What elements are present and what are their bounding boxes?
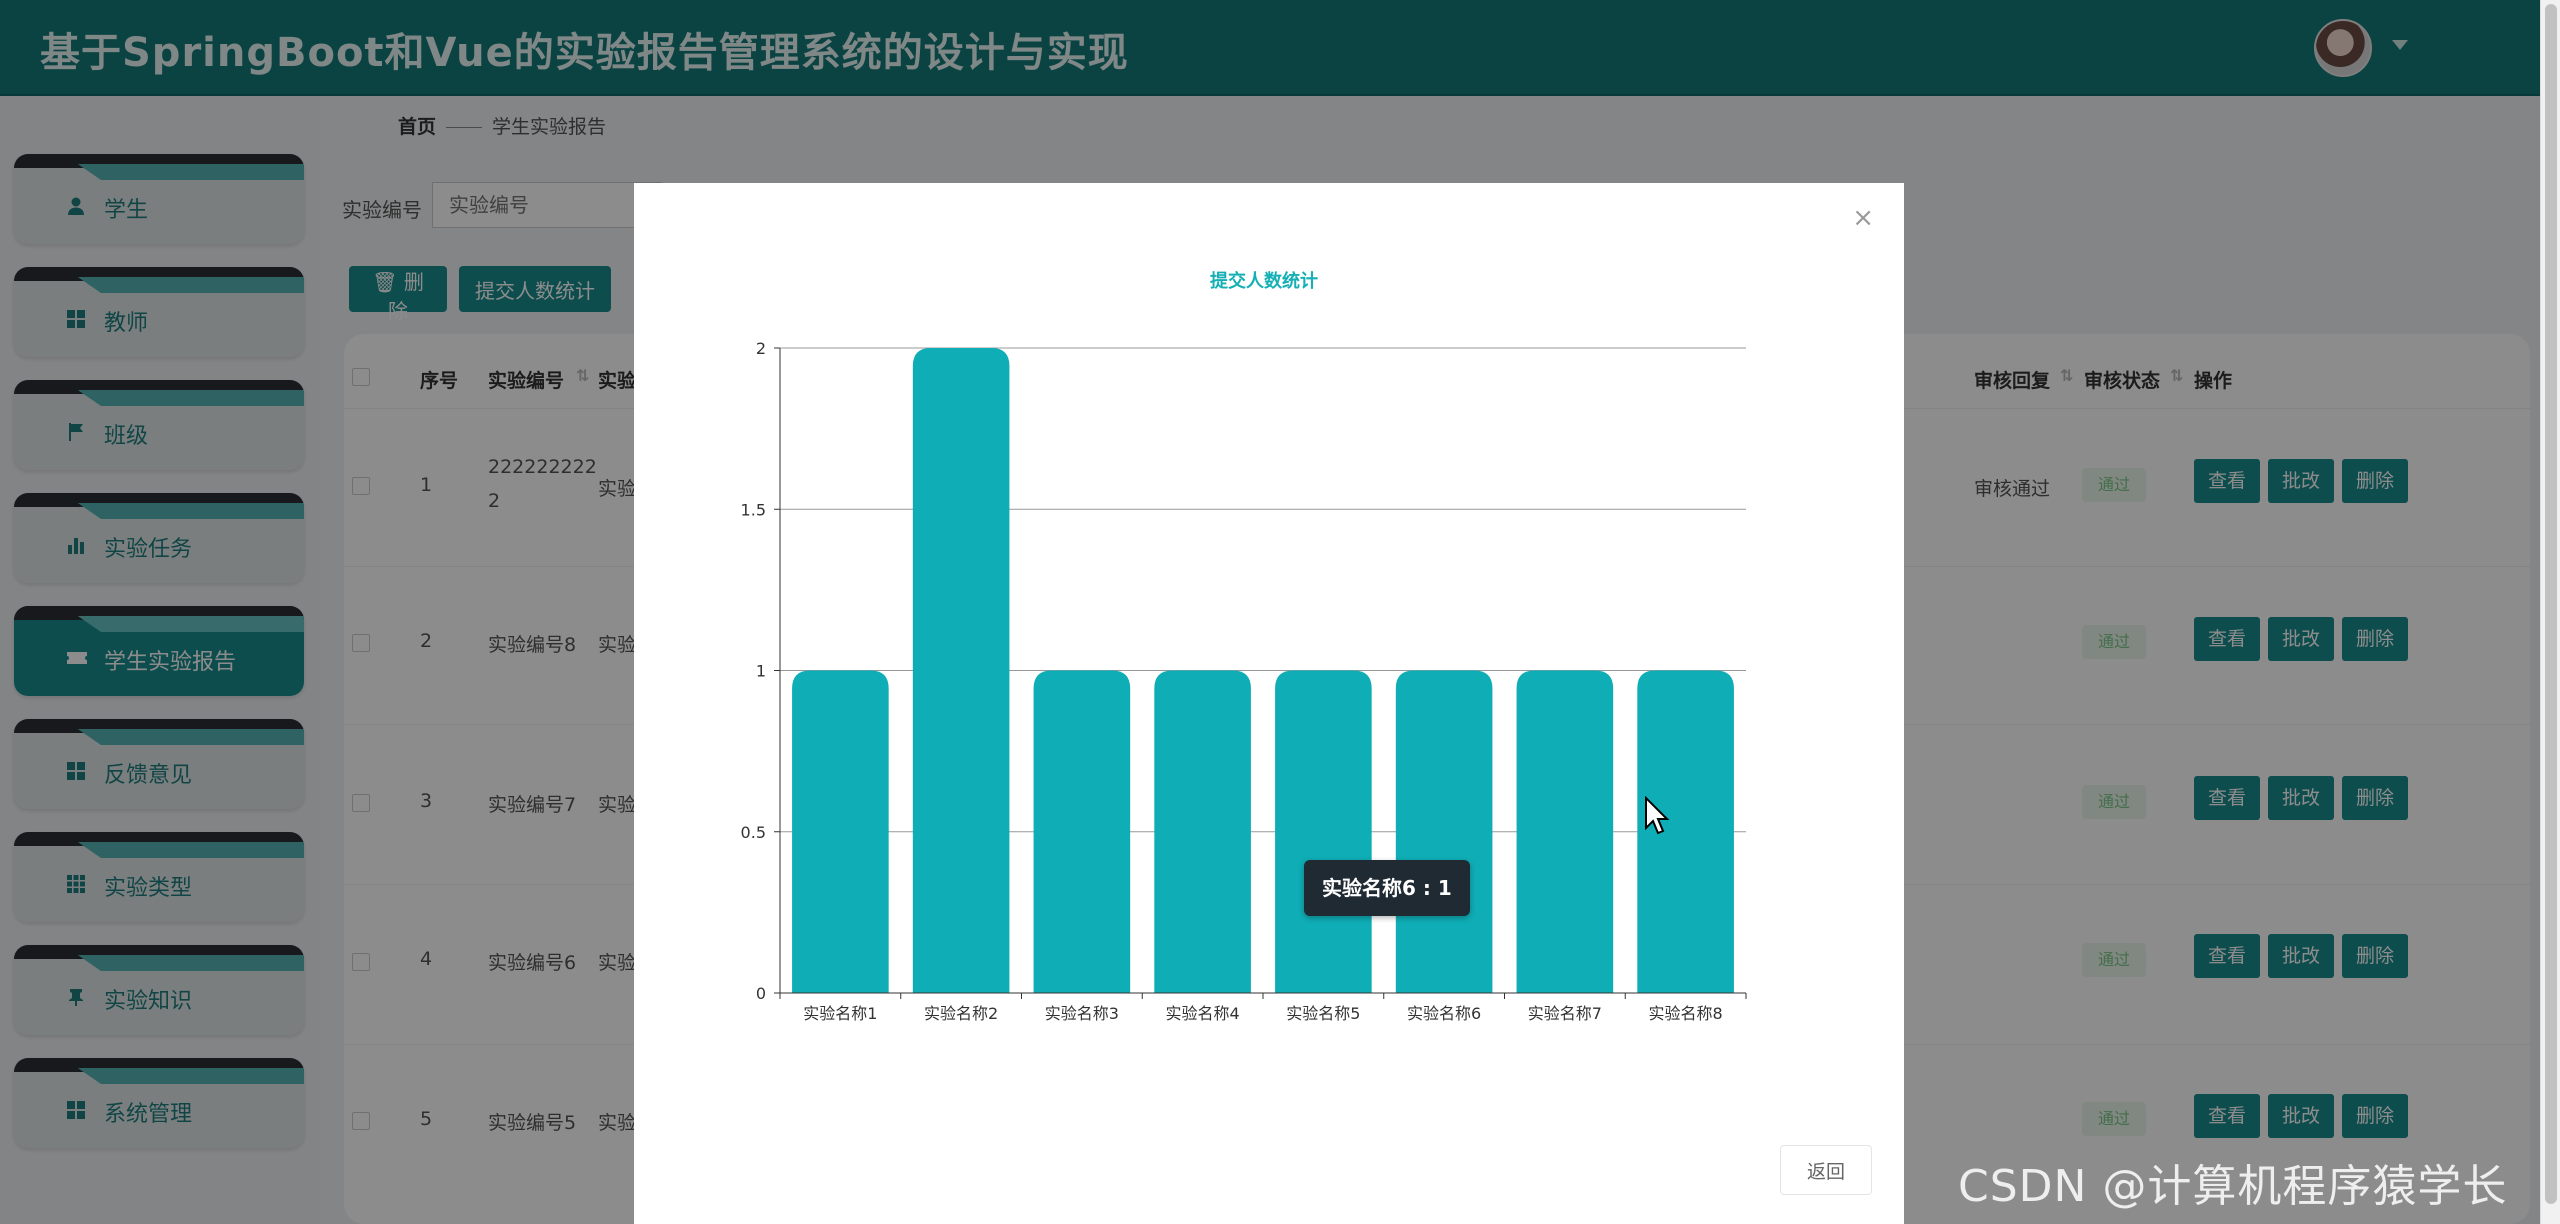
chart-bar[interactable] xyxy=(792,670,889,994)
y-tick-label: 1.5 xyxy=(741,500,766,519)
page-scrollbar[interactable] xyxy=(2540,0,2560,1224)
stats-dialog: × 提交人数统计 0 0.5 1 1.5 2 实验名称1 实验名称2 实验名称3 实验名称4 实… xyxy=(634,183,1904,1224)
chart-bar[interactable] xyxy=(1033,670,1131,994)
chart-bar[interactable] xyxy=(1154,670,1251,994)
chart-bar[interactable] xyxy=(1516,670,1614,994)
x-tick-label: 实验名称5 xyxy=(1286,1004,1360,1023)
x-tick-label: 实验名称7 xyxy=(1528,1004,1602,1023)
scrollbar-thumb[interactable] xyxy=(2545,4,2557,1204)
mouse-cursor-icon xyxy=(1645,796,1670,835)
x-tick-label: 实验名称2 xyxy=(924,1004,998,1023)
y-tick-label: 0.5 xyxy=(741,823,766,842)
chart-x-axis: 实验名称1 实验名称2 实验名称3 实验名称4 实验名称5 实验名称6 实验名称7 实验名称8 xyxy=(779,992,1747,1023)
y-tick-label: 2 xyxy=(756,339,766,358)
y-tick-label: 0 xyxy=(756,984,766,1003)
chart-bar[interactable] xyxy=(912,348,1010,993)
x-tick-label: 实验名称3 xyxy=(1045,1004,1119,1023)
chart-bar[interactable] xyxy=(1275,670,1372,994)
chart-title: 提交人数统计 xyxy=(1210,270,1318,292)
x-tick-label: 实验名称8 xyxy=(1649,1004,1723,1023)
chart-tooltip: 实验名称6 : 1 xyxy=(1304,860,1470,916)
y-tick-label: 1 xyxy=(756,662,766,681)
submit-count-chart: 提交人数统计 00.511.52 实验名称1 实验名称2 实验名称3 实验名称4 实验名… xyxy=(741,270,1747,1023)
watermark: CSDN @计算机程序猿学长 xyxy=(1958,1161,2508,1212)
chart-bar[interactable] xyxy=(1395,670,1493,994)
x-tick-label: 实验名称4 xyxy=(1166,1004,1240,1023)
x-tick-label: 实验名称6 xyxy=(1407,1004,1481,1023)
x-tick-label: 实验名称1 xyxy=(803,1004,877,1023)
chart-y-axis: 0 0.5 1 1.5 2 xyxy=(741,339,781,1003)
back-button[interactable]: 返回 xyxy=(1780,1145,1872,1195)
